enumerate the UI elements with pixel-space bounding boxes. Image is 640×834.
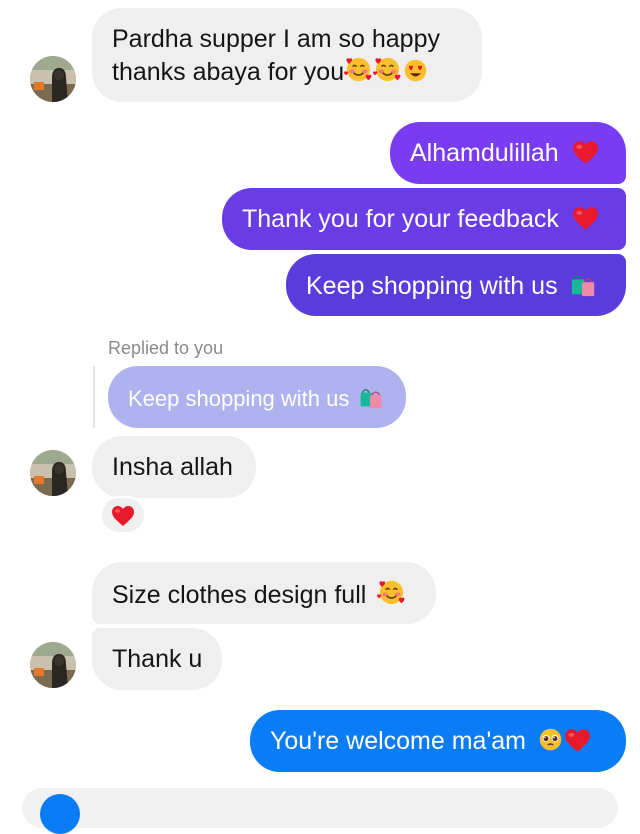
- message-text: Keep shopping with us: [306, 272, 558, 300]
- red-heart-icon: [572, 140, 599, 165]
- heart-eyes-icon: [402, 57, 429, 84]
- quoted-text: Keep shopping with us: [128, 386, 350, 411]
- smiling-face-with-hearts-icon: [373, 55, 402, 84]
- message-text-row: thanks abaya for you: [112, 55, 462, 88]
- red-heart-icon: [572, 206, 599, 231]
- message-text: Size clothes design full: [112, 581, 367, 609]
- message-incoming[interactable]: Thank u: [92, 628, 222, 690]
- avatar[interactable]: [30, 450, 76, 496]
- avatar-image: [30, 56, 76, 102]
- message-text: Insha allah: [112, 453, 233, 481]
- quoted-message[interactable]: Keep shopping with us: [108, 366, 406, 428]
- message-text: Thank you for your feedback: [242, 205, 559, 233]
- avatar-image: [30, 450, 76, 496]
- message-incoming[interactable]: Size clothes design full: [92, 562, 436, 624]
- message-outgoing[interactable]: Alhamdulillah: [390, 122, 626, 184]
- reply-divider: [93, 366, 95, 428]
- avatar-image: [30, 642, 76, 688]
- composer-bar[interactable]: [22, 788, 618, 834]
- smiling-face-with-hearts-icon: [344, 55, 373, 84]
- reaction-badge[interactable]: [100, 496, 146, 534]
- pleading-face-icon: [537, 726, 564, 753]
- message-outgoing[interactable]: Thank you for your feedback: [222, 188, 626, 250]
- message-incoming[interactable]: Pardha supper I am so happy thanks abaya…: [92, 8, 482, 102]
- avatar[interactable]: [30, 642, 76, 688]
- smiling-face-with-hearts-icon: [377, 578, 406, 607]
- shopping-bags-icon: [358, 384, 384, 410]
- shopping-bags-icon: [569, 270, 597, 298]
- message-text: Thank u: [112, 645, 203, 673]
- message-outgoing[interactable]: Keep shopping with us: [286, 254, 626, 316]
- camera-button[interactable]: [40, 794, 80, 834]
- message-text: Pardha supper I am so happy: [112, 25, 440, 53]
- message-text: thanks abaya for you: [112, 58, 345, 86]
- message-text: You're welcome ma'am: [270, 727, 526, 755]
- red-heart-icon: [564, 728, 591, 753]
- replied-label: Replied to you: [108, 338, 224, 358]
- message-outgoing[interactable]: You're welcome ma'am: [250, 710, 626, 772]
- avatar[interactable]: [30, 56, 76, 102]
- message-incoming[interactable]: Insha allah: [92, 436, 256, 498]
- red-heart-icon: [111, 505, 135, 527]
- message-text: Alhamdulillah: [410, 139, 559, 167]
